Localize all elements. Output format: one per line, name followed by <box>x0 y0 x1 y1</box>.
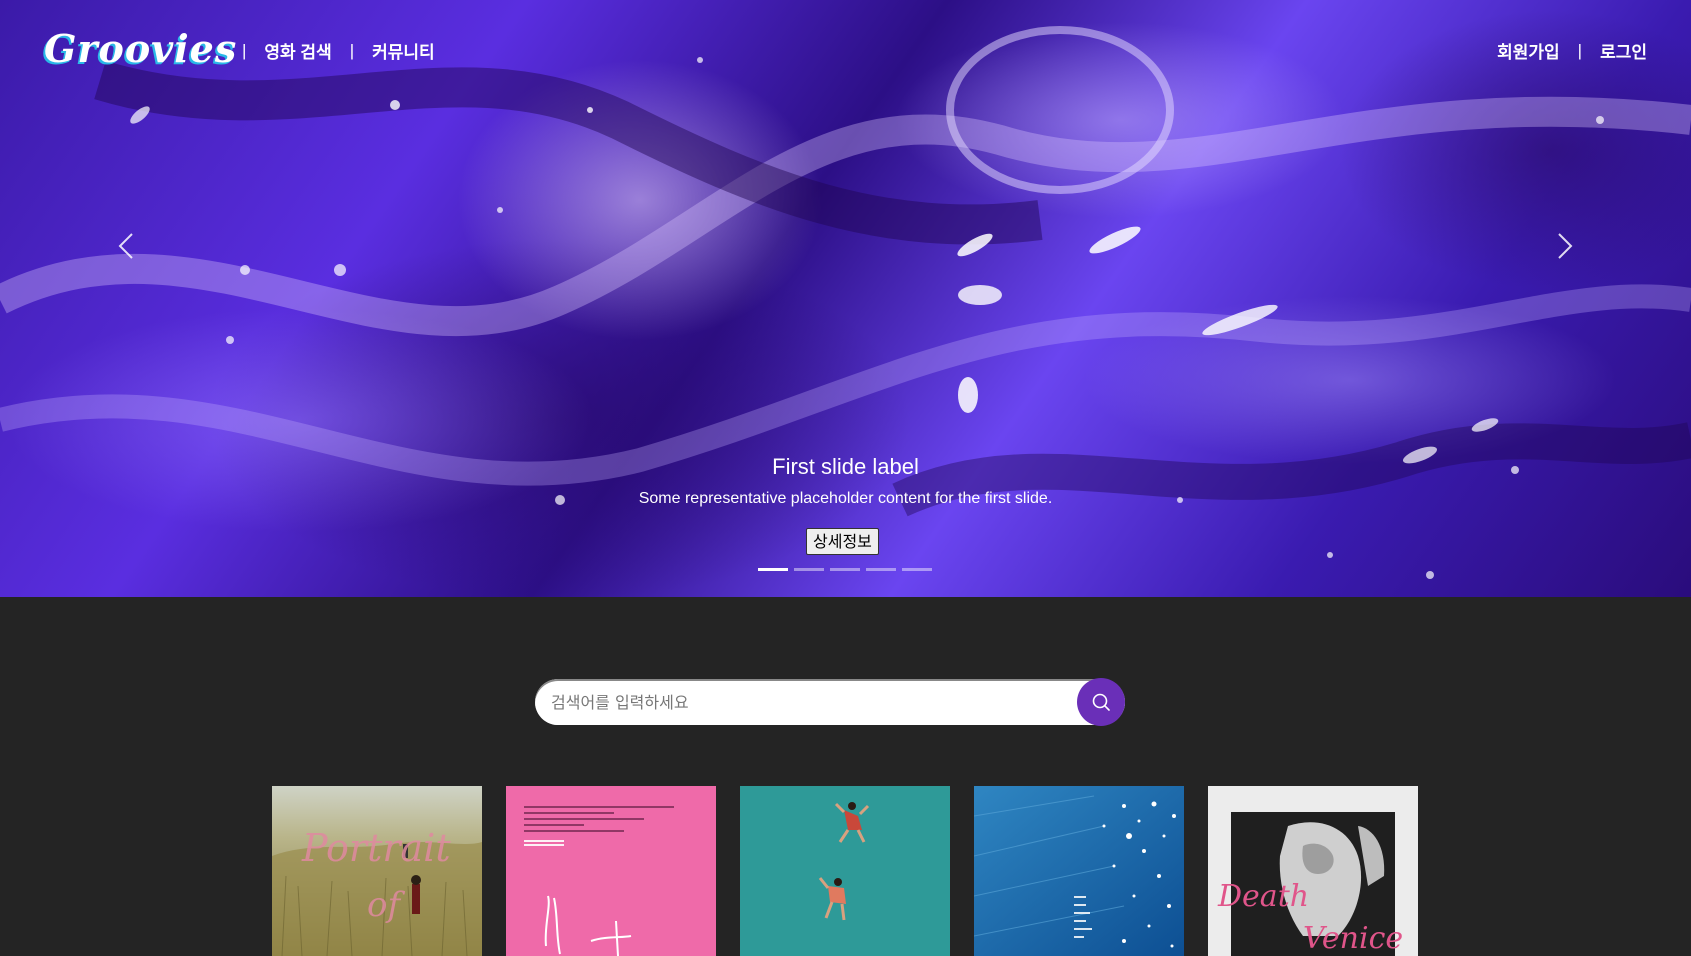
slide-description: Some representative placeholder content … <box>638 490 1053 507</box>
carousel-indicator-3[interactable] <box>830 568 860 571</box>
movie-poster-1[interactable]: Portrait of <box>272 786 482 956</box>
nav-link-signup[interactable]: 회원가입 <box>1497 38 1560 63</box>
nav-left-group: | 영화 검색 | 커뮤니티 <box>224 38 435 63</box>
movie-search-bar <box>535 678 1125 726</box>
slide-title: First slide label <box>772 454 919 479</box>
search-button[interactable] <box>1077 678 1125 726</box>
movie-poster-5[interactable]: Death Venice <box>1208 786 1418 956</box>
page: Groovies | 영화 검색 | 커뮤니티 회원가입 | 로그인 First… <box>0 0 1691 956</box>
carousel-indicator-2[interactable] <box>794 568 824 571</box>
groovies-logo[interactable]: Groovies <box>44 26 237 72</box>
carousel-next-button[interactable] <box>1545 226 1585 266</box>
nav-separator: | <box>242 40 247 60</box>
carousel-indicator-1[interactable] <box>758 568 788 571</box>
top-navigation: Groovies | 영화 검색 | 커뮤니티 회원가입 | 로그인 <box>0 0 1691 100</box>
slide-caption: First slide label Some representative pl… <box>0 452 1691 510</box>
svg-text:Portrait: Portrait <box>301 826 451 870</box>
hero-carousel[interactable]: Groovies | 영화 검색 | 커뮤니티 회원가입 | 로그인 First… <box>0 0 1691 597</box>
carousel-prev-button[interactable] <box>106 226 146 266</box>
poster-image <box>506 786 716 956</box>
nav-separator: | <box>349 40 355 60</box>
search-icon <box>1092 693 1110 711</box>
search-input[interactable] <box>535 679 1125 725</box>
carousel-indicators <box>758 568 938 571</box>
poster-image: Death Venice <box>1208 786 1418 956</box>
movie-poster-2[interactable] <box>506 786 716 956</box>
carousel-indicator-4[interactable] <box>866 568 896 571</box>
poster-image <box>740 786 950 956</box>
detail-info-button[interactable]: 상세정보 <box>806 528 879 555</box>
chevron-left-icon <box>118 233 133 259</box>
nav-link-movie-search[interactable]: 영화 검색 <box>264 38 331 63</box>
nav-separator: | <box>1577 40 1583 60</box>
movie-poster-4[interactable] <box>974 786 1184 956</box>
svg-text:of: of <box>367 885 405 925</box>
poster-image <box>974 786 1184 956</box>
nav-link-login[interactable]: 로그인 <box>1600 38 1647 63</box>
chevron-right-icon <box>1558 233 1573 259</box>
nav-link-community[interactable]: 커뮤니티 <box>372 38 435 63</box>
carousel-indicator-5[interactable] <box>902 568 932 571</box>
poster-image: Portrait of <box>272 786 482 956</box>
movie-poster-3[interactable] <box>740 786 950 956</box>
movie-poster-list: Portrait of Death Venice <box>272 786 1442 956</box>
nav-right-group: 회원가입 | 로그인 <box>1497 38 1647 63</box>
svg-text:Death: Death <box>1217 879 1309 914</box>
svg-text:Venice: Venice <box>1303 921 1403 956</box>
